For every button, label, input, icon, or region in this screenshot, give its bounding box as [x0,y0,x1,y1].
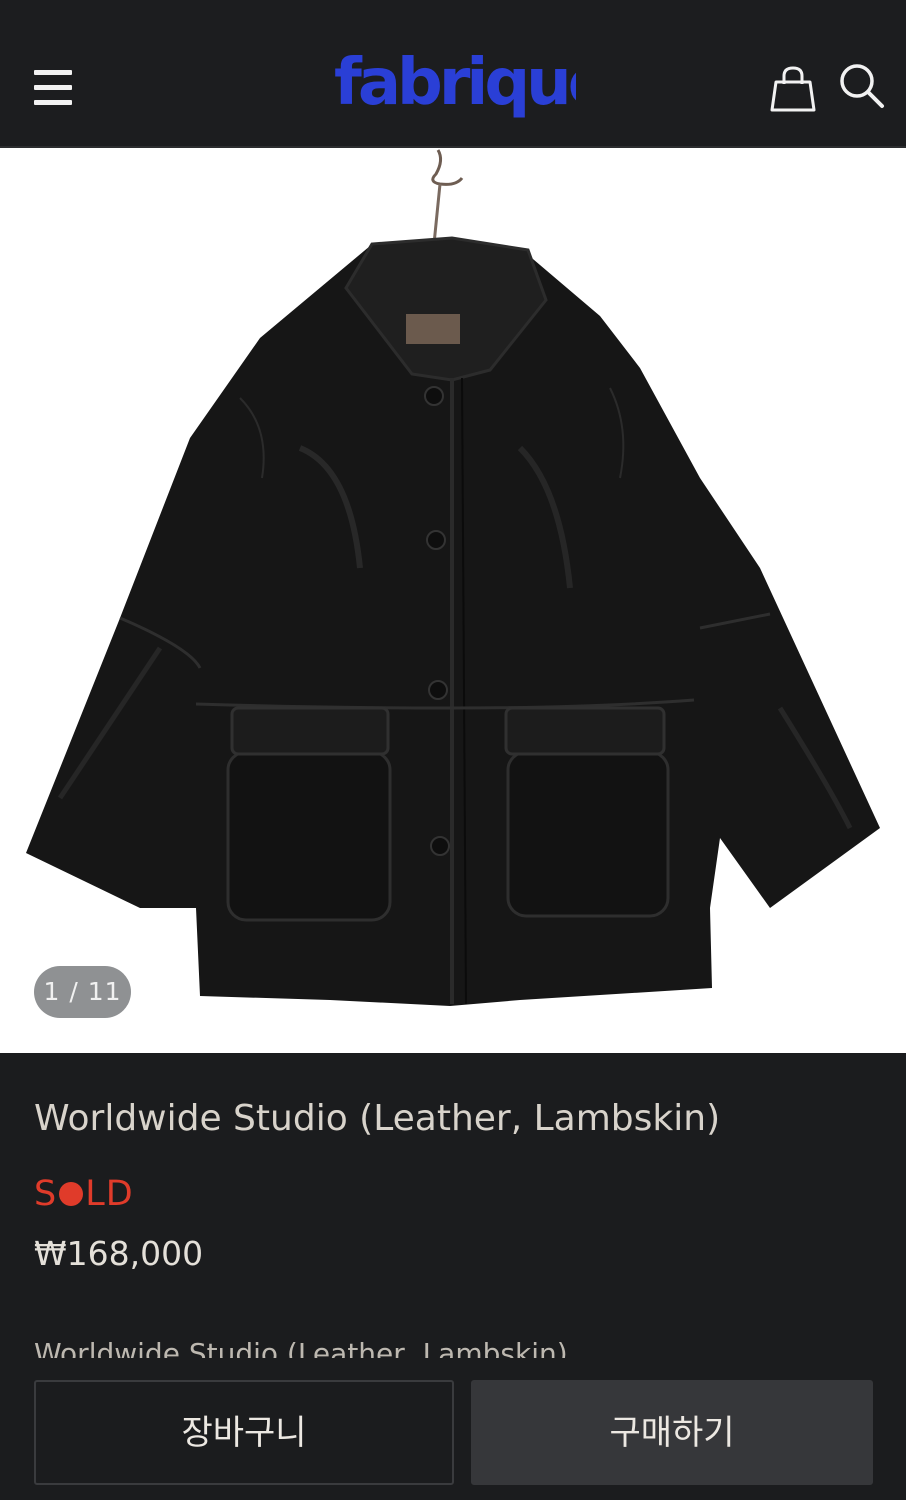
product-title: Worldwide Studio (Leather, Lambskin) [34,1098,721,1139]
top-header: fabrique [0,0,906,148]
search-icon[interactable] [836,60,886,110]
image-counter: 1 / 11 [34,966,131,1018]
product-description-text: Worldwide Studio (Leather, Lambskin) [34,1337,568,1358]
product-price: ₩168,000 [34,1234,204,1273]
fabrique-logo[interactable]: fabrique [330,36,576,136]
bottom-action-bar: 장바구니 구매하기 [0,1358,906,1500]
product-description: Worldwide Studio (Leather, Lambskin) [34,1334,874,1358]
svg-text:fabrique: fabrique [334,46,576,120]
product-photo [26,149,880,1006]
sold-dot-icon [59,1182,84,1206]
hamburger-menu-icon[interactable] [34,70,72,106]
add-to-cart-button[interactable]: 장바구니 [34,1380,454,1485]
sold-status-badge: S LD [34,1174,134,1214]
shopping-bag-icon[interactable] [768,64,818,114]
product-image-gallery[interactable] [0,148,906,1053]
buy-now-button[interactable]: 구매하기 [471,1380,873,1485]
